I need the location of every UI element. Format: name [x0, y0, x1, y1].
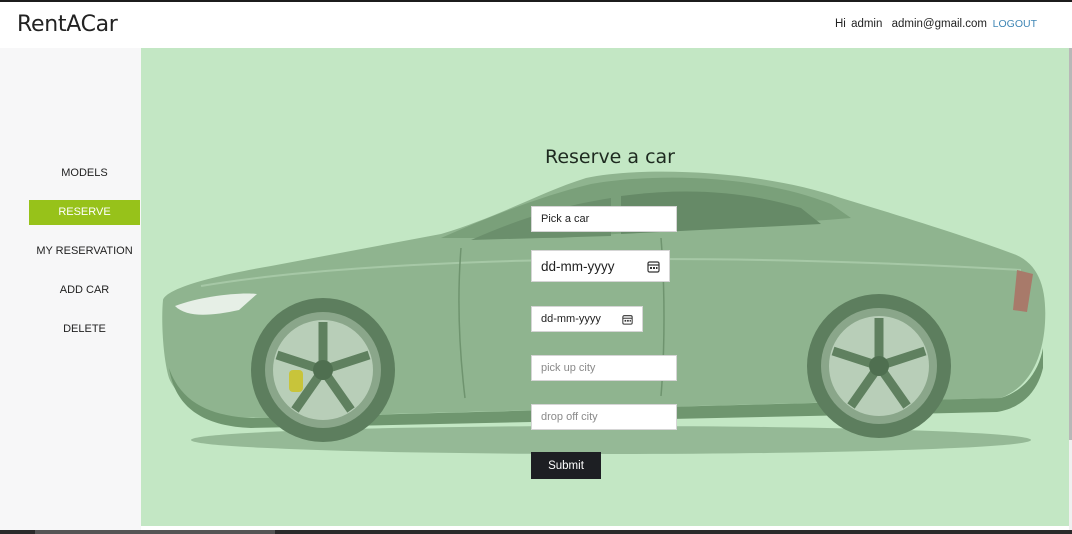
pickup-city-input[interactable] [531, 355, 677, 381]
bottom-strip-segment [35, 530, 275, 534]
user-email: admin@gmail.com [891, 18, 987, 30]
greeting-prefix: Hi [834, 18, 846, 30]
end-date-input[interactable]: dd-mm-yyyy [531, 306, 643, 332]
dropoff-city-input[interactable] [531, 404, 677, 430]
top-navbar: RentACar Hi admin admin@gmail.com LOGOUT [0, 2, 1072, 48]
brand-logo[interactable]: RentACar [17, 12, 118, 37]
reserve-panel: Reserve a car Pick a car dd-mm-yyyy dd-m… [141, 48, 1069, 526]
page-title: Reserve a car [545, 146, 675, 168]
calendar-icon[interactable] [622, 314, 633, 325]
sidebar: MODELS RESERVE MY RESERVATION ADD CAR DE… [0, 48, 141, 530]
end-date-placeholder: dd-mm-yyyy [541, 313, 601, 325]
bottom-strip [0, 530, 1072, 534]
submit-button[interactable]: Submit [531, 452, 601, 479]
sidebar-item-my-reservation[interactable]: MY RESERVATION [29, 239, 140, 264]
sidebar-item-add-car[interactable]: ADD CAR [29, 278, 140, 303]
car-background-image [162, 171, 1046, 454]
car-select[interactable]: Pick a car [531, 206, 677, 232]
sidebar-item-models[interactable]: MODELS [29, 161, 140, 186]
user-greeting: Hi admin admin@gmail.com [833, 18, 987, 30]
browser-window: RentACar Hi admin admin@gmail.com LOGOUT… [0, 2, 1072, 530]
sidebar-item-reserve[interactable]: RESERVE [29, 200, 140, 225]
user-name: admin [851, 18, 883, 30]
start-date-placeholder: dd-mm-yyyy [541, 258, 615, 274]
calendar-icon[interactable] [647, 260, 660, 273]
logout-link[interactable]: LOGOUT [993, 18, 1037, 30]
sidebar-item-delete[interactable]: DELETE [29, 317, 140, 342]
start-date-input[interactable]: dd-mm-yyyy [531, 250, 670, 282]
